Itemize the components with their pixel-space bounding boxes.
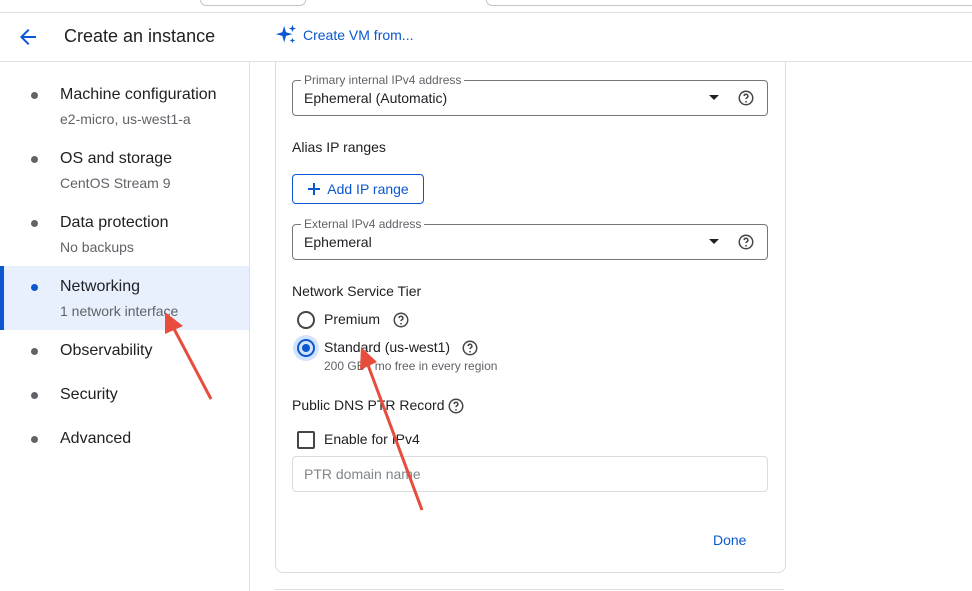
back-arrow-icon[interactable] [16, 25, 40, 49]
standard-sub: 200 GB / mo free in every region [324, 359, 498, 373]
sidebar-nav: Machine configuration e2-micro, us-west1… [0, 62, 250, 591]
public-dns-ptr-heading: Public DNS PTR Record [292, 397, 445, 413]
page-header: Create an instance Create VM from... [0, 13, 972, 62]
sidebar-item-machine-configuration[interactable]: Machine configuration e2-micro, us-west1… [0, 62, 249, 127]
plus-icon [308, 183, 321, 195]
sidebar-item-label: Data protection [60, 214, 169, 231]
premium-radio[interactable] [297, 311, 315, 329]
sidebar-item-label: Machine configuration [60, 86, 217, 103]
field-label: Primary internal IPv4 address [301, 73, 465, 87]
sidebar-item-observability[interactable]: Observability [0, 330, 249, 374]
sidebar-item-security[interactable]: Security [0, 374, 249, 418]
bullet-icon [31, 220, 38, 227]
primary-internal-ipv4-select[interactable]: Primary internal IPv4 address Ephemeral … [292, 73, 768, 116]
field-label: External IPv4 address [301, 217, 425, 231]
sidebar-item-label: Advanced [60, 430, 132, 447]
help-icon[interactable] [737, 89, 755, 107]
bullet-icon [31, 284, 38, 291]
help-icon[interactable] [737, 233, 755, 251]
sidebar-item-sub: 1 network interface [60, 303, 179, 319]
field-value: Ephemeral (Automatic) [304, 90, 448, 106]
bullet-icon [31, 392, 38, 399]
sidebar-item-label: Networking [60, 278, 141, 295]
browser-tab[interactable] [200, 0, 306, 6]
sidebar-item-label: Security [60, 386, 118, 403]
bullet-icon [31, 348, 38, 355]
sparkle-icon [275, 24, 297, 44]
sidebar-item-label: OS and storage [60, 150, 173, 167]
premium-label: Premium [324, 311, 381, 327]
browser-top-strip [0, 0, 972, 13]
add-ip-range-button[interactable]: Add IP range [292, 174, 424, 204]
sidebar-item-label: Observability [60, 342, 153, 359]
enable-ipv4-label: Enable for IPv4 [324, 431, 420, 447]
bullet-icon [31, 436, 38, 443]
sidebar-item-sub: No backups [60, 239, 134, 255]
bullet-icon [31, 156, 38, 163]
sidebar-item-sub: CentOS Stream 9 [60, 175, 171, 191]
dropdown-arrow-icon [709, 95, 719, 100]
help-icon[interactable] [447, 397, 465, 415]
page-title: Create an instance [64, 26, 216, 46]
external-ipv4-select[interactable]: External IPv4 address Ephemeral [292, 217, 768, 260]
field-value: Ephemeral [304, 234, 372, 250]
help-icon[interactable] [392, 311, 410, 329]
done-button[interactable]: Done [713, 532, 746, 548]
active-indicator [0, 266, 4, 330]
ptr-domain-name-input[interactable]: PTR domain name [292, 456, 768, 492]
add-ip-range-label: Add IP range [327, 181, 409, 197]
sidebar-item-networking[interactable]: Networking 1 network interface [0, 266, 249, 330]
sidebar-item-advanced[interactable]: Advanced [0, 418, 249, 462]
sidebar-item-os-and-storage[interactable]: OS and storage CentOS Stream 9 [0, 126, 249, 191]
sidebar-item-sub: e2-micro, us-west1-a [60, 111, 191, 127]
alias-ip-ranges-heading: Alias IP ranges [292, 139, 386, 155]
create-vm-label: Create VM from... [303, 27, 414, 43]
card-divider [275, 589, 784, 590]
network-service-tier-heading: Network Service Tier [292, 283, 422, 299]
help-icon[interactable] [461, 339, 479, 357]
browser-address-bar[interactable] [486, 0, 972, 6]
ptr-placeholder: PTR domain name [304, 466, 421, 482]
standard-label: Standard (us-west1) [324, 339, 451, 355]
enable-ipv4-checkbox[interactable] [297, 431, 315, 449]
standard-radio[interactable] [297, 339, 315, 357]
create-vm-from-button[interactable]: Create VM from... [275, 24, 413, 46]
dropdown-arrow-icon [709, 239, 719, 244]
bullet-icon [31, 92, 38, 99]
sidebar-item-data-protection[interactable]: Data protection No backups [0, 190, 249, 255]
